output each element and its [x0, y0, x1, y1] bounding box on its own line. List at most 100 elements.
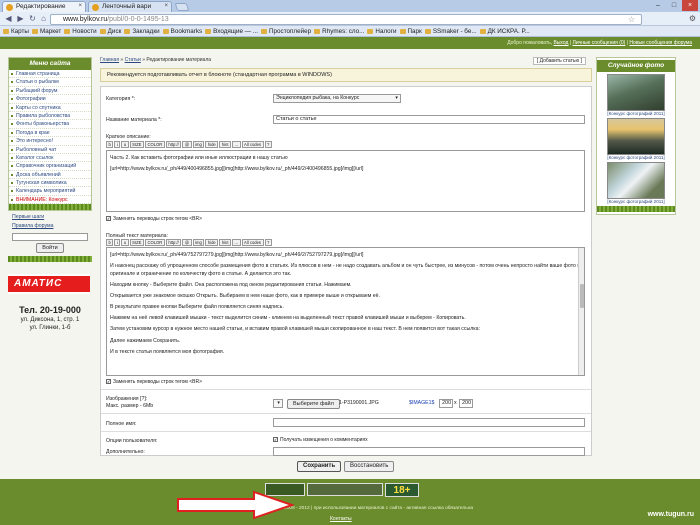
sidebar-item[interactable]: Доска объявлений	[9, 171, 91, 180]
image-slot-select[interactable]	[273, 399, 283, 408]
close-icon[interactable]: ×	[682, 0, 698, 11]
category-select[interactable]: Энциклопедия рыбака, на Конкурс	[273, 94, 401, 103]
toolbar-button[interactable]: ...	[232, 239, 241, 246]
choose-file-button[interactable]: Выберите файл	[287, 399, 340, 409]
crumb-section[interactable]: Статьи	[125, 57, 141, 63]
bookmark-item[interactable]: Rhymes: сло...	[314, 26, 364, 37]
notify-checkbox[interactable]: ✓ Получать извещения о комментариях	[273, 437, 368, 443]
sidebar-item[interactable]: Карты со спутника	[9, 104, 91, 112]
checkbox-checked-icon[interactable]: ✓	[106, 379, 111, 385]
new-tab-button[interactable]	[174, 3, 190, 11]
photo-thumb[interactable]	[607, 162, 665, 199]
photo-caption[interactable]: [Конкурс фотографий 2011]	[597, 155, 675, 160]
sidebar-item[interactable]: Рыболовный чат	[9, 146, 91, 154]
fullname-input[interactable]	[273, 418, 585, 427]
sidebar-item[interactable]: Тугунская символика	[9, 179, 91, 188]
toolbar-button[interactable]: hint	[219, 239, 232, 246]
bookmark-item[interactable]: Закладки	[124, 26, 160, 37]
bookmark-item[interactable]: Bookmarks	[162, 26, 202, 37]
photo-caption[interactable]: [Конкурс фотографий 2011]	[597, 199, 675, 204]
forward-icon[interactable]: ▶	[15, 14, 26, 24]
wrench-icon[interactable]: ⚙	[689, 14, 696, 23]
toolbar-button[interactable]: i	[114, 141, 121, 148]
checkbox-checked-icon[interactable]: ✓	[273, 437, 278, 443]
toolbar-button[interactable]: COLOR	[144, 239, 165, 246]
bookmark-star-icon[interactable]: ☆	[628, 14, 635, 25]
bookmark-item[interactable]: ДК ИСКРА. Р...	[479, 26, 530, 37]
minimize-icon[interactable]: –	[650, 0, 666, 11]
toolbar-button[interactable]: b	[106, 141, 114, 148]
sidebar-item[interactable]: Рыбацкий форум	[9, 87, 91, 96]
bookmark-item[interactable]: Входящие — ...	[205, 26, 258, 37]
toolbar-button[interactable]: All codes	[241, 141, 264, 148]
short-desc-textarea[interactable]: Часть 2. Как вставить фотографии или ины…	[106, 150, 585, 212]
back-icon[interactable]: ◀	[3, 14, 14, 24]
toolbar-button[interactable]: ?	[264, 141, 272, 148]
sidebar-item[interactable]: Главная страница	[9, 70, 91, 79]
photo-caption[interactable]: [Конкурс фотографий 2011]	[597, 111, 675, 116]
login-button[interactable]: Войти	[36, 243, 64, 254]
title-input[interactable]: Статьи о статье	[273, 115, 585, 124]
bookmark-item[interactable]: Диск	[99, 26, 121, 37]
toolbar-button[interactable]: hint	[219, 141, 232, 148]
home-icon[interactable]: ⌂	[38, 14, 49, 24]
scrollbar-thumb[interactable]	[580, 284, 584, 308]
toolbar-button[interactable]: b	[106, 239, 114, 246]
amatis-banner[interactable]: АМАТИС	[8, 274, 90, 295]
bookmark-item[interactable]: Новости	[64, 26, 97, 37]
toolbar-button[interactable]: i	[114, 239, 121, 246]
image-height-input[interactable]: 200	[459, 399, 473, 408]
url-input[interactable]: www.bylkov.ru/publ/0-0-0-1495-13	[50, 14, 642, 25]
contacts-link[interactable]: Контакты	[330, 516, 352, 522]
photo-thumb[interactable]	[607, 118, 665, 155]
short-replace-br[interactable]: ✓ Заменять переводы строк тегом <BR>	[106, 216, 202, 222]
full-replace-br[interactable]: ✓ Заменять переводы строк тегом <BR>	[106, 379, 202, 385]
image-tag-link[interactable]: $IMAGE1$	[409, 400, 434, 406]
bookmark-item[interactable]: Парк	[399, 26, 422, 37]
bookmark-item[interactable]: SSmaker - бе...	[424, 26, 477, 37]
bookmark-item[interactable]: Налоги	[367, 26, 397, 37]
sidebar-item[interactable]: Фонты браконьерства	[9, 120, 91, 129]
extra-input[interactable]	[273, 447, 585, 456]
toolbar-button[interactable]: img	[192, 239, 205, 246]
toolbar-button[interactable]: SIZE	[129, 141, 144, 148]
toolbar-button[interactable]: u	[121, 239, 129, 246]
sidebar-item[interactable]: Правила рыболовства	[9, 112, 91, 121]
maximize-icon[interactable]: □	[666, 0, 682, 11]
sidebar-item[interactable]: Календарь мероприятий	[9, 187, 91, 196]
tab-edit[interactable]: Редактирование ×	[2, 1, 86, 12]
bookmark-item[interactable]: Маркет	[31, 26, 61, 37]
crumb-home[interactable]: Главная	[100, 57, 119, 63]
forum-new-link[interactable]: Новые сообщения форума	[629, 40, 692, 46]
login-input[interactable]	[12, 233, 88, 242]
textarea-scrollbar[interactable]	[578, 248, 584, 375]
bookmark-item[interactable]: Карты	[3, 26, 29, 37]
save-button[interactable]: Сохранить	[297, 461, 342, 472]
toolbar-button[interactable]: ...	[232, 141, 241, 148]
logout-link[interactable]: Выход	[554, 40, 569, 46]
toolbar-button[interactable]: @	[182, 239, 192, 246]
full-text-textarea[interactable]: [url=http://www.bylkov.ru/_ph/449/752797…	[106, 247, 585, 376]
toolbar-button[interactable]: SIZE	[129, 239, 144, 246]
tab-ribbon[interactable]: Ленточный вари ×	[88, 1, 172, 12]
sidebar-item[interactable]: Каталог ссылок	[9, 154, 91, 163]
toolbar-button[interactable]: ?	[264, 239, 272, 246]
add-article-link[interactable]: [ Добавить статью ]	[532, 57, 586, 65]
reload-icon[interactable]: ↻	[27, 14, 38, 24]
first-steps-link[interactable]: Первые шаги	[8, 214, 92, 220]
rating-banner[interactable]	[307, 483, 383, 496]
toolbar-button[interactable]: u	[121, 141, 129, 148]
toolbar-button[interactable]: hide	[205, 239, 219, 246]
pm-link[interactable]: Личные сообщения (0)	[573, 40, 626, 46]
sidebar-item[interactable]: Это интересно!	[9, 137, 91, 146]
photo-thumb[interactable]	[607, 74, 665, 111]
checkbox-checked-icon[interactable]: ✓	[106, 216, 111, 222]
toolbar-button[interactable]: http://	[165, 239, 182, 246]
close-tab-icon[interactable]: ×	[164, 3, 168, 9]
sidebar-item[interactable]: Справочник организаций	[9, 162, 91, 171]
sidebar-item[interactable]: Погода в крае	[9, 129, 91, 138]
forum-rules-link[interactable]: Правила форума	[8, 223, 92, 229]
toolbar-button[interactable]: @	[182, 141, 192, 148]
sidebar-item[interactable]: ВНИМАНИЕ: Конкурс	[9, 196, 91, 205]
sidebar-item[interactable]: Фотографии	[9, 95, 91, 104]
